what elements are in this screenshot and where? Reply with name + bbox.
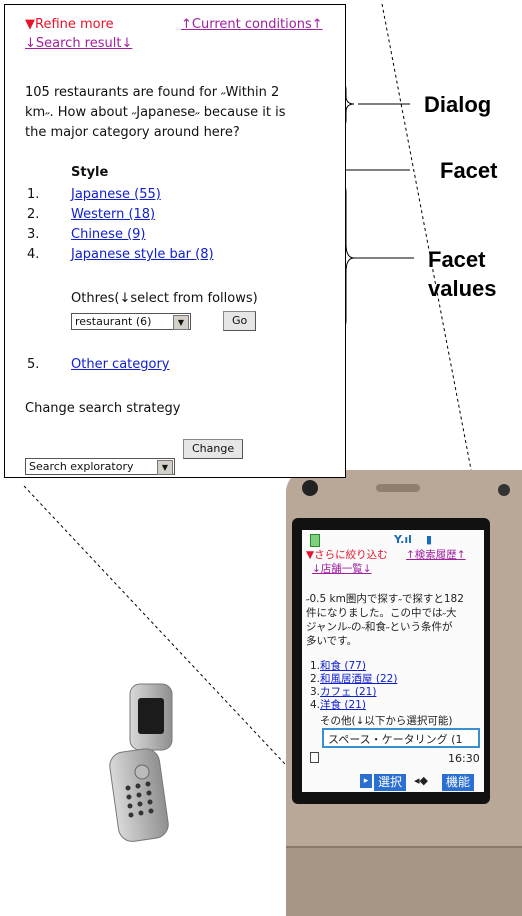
phone-item-num: 1. — [310, 660, 321, 672]
facet-item-num: 1. — [27, 187, 40, 202]
phone-facet-list: 1.和食 (77) 2.和風居酒屋 (22) 3.カフェ (21) 4.洋食 (… — [310, 660, 397, 712]
phone-clock: 16:30 — [448, 752, 480, 765]
dropdown-arrow-icon: ▼ — [157, 460, 173, 475]
phone-others-label: その他(↓以下から選択可能) — [320, 715, 453, 727]
dropdown-arrow-icon: ▼ — [173, 315, 189, 330]
facet-item-link[interactable]: Chinese (9) — [71, 227, 145, 242]
search-result-link[interactable]: ↓Search result↓ — [25, 36, 132, 51]
phone-others-select[interactable]: スペース・ケータリング (1 — [322, 728, 480, 748]
phone-dialog-line: 件になりました。この中では˶大 — [306, 607, 457, 619]
direction-icon: ◂◆ — [414, 774, 428, 787]
others-label: Othres(↓select from follows) — [71, 291, 258, 306]
change-strategy-label: Change search strategy — [25, 401, 181, 416]
facet-item-link[interactable]: Japanese style bar (8) — [71, 247, 214, 262]
phone-camera-right — [498, 484, 510, 496]
phone-item-num: 3. — [310, 686, 321, 698]
dialog-line: 105 restaurants are found for ˶Within 2 — [25, 85, 280, 100]
phone-history-link[interactable]: ↑検索履歴↑ — [406, 549, 466, 561]
phone-facet-item[interactable]: 和食 (77) — [320, 660, 366, 672]
facet-item-link[interactable]: Japanese (55) — [71, 187, 161, 202]
zoomed-screen-panel: ▼Refine more ↑Current conditions↑ ↓Searc… — [4, 4, 346, 478]
strategy-select[interactable]: Search exploratory ▼ — [25, 458, 175, 475]
phone-facet-item[interactable]: 和風居酒屋 (22) — [320, 673, 397, 685]
phone-dialog-line: 多いです。 — [306, 635, 358, 647]
signal-icon: Y.ıl — [394, 533, 412, 546]
phone-facet-item[interactable]: カフェ (21) — [320, 686, 376, 698]
facet-values-list: 1. Japanese (55) 2. Western (18) 3. Chinese… — [27, 185, 214, 265]
callout-facet-values-line2: values — [428, 276, 497, 301]
facet-item-num: 2. — [27, 207, 40, 222]
phone-hinge — [286, 846, 522, 916]
facet-item-num: 4. — [27, 247, 40, 262]
phone-refine-link[interactable]: ▼さらに絞り込む — [306, 549, 388, 561]
phone-dialog-line: ジャンル˶の˶和食˶という条件が — [306, 621, 453, 633]
battery-icon — [310, 534, 320, 547]
dialog-line: km˶. How about ˶Japanese˶ because it is — [25, 105, 286, 120]
mail-icon: ▮ — [426, 533, 433, 546]
phone-dialog-line: ˶0.5 km圏内で探す˶で探すと182 — [306, 593, 464, 605]
dialog-text: 105 restaurants are found for ˶Within 2 … — [25, 83, 285, 143]
phone-softkey-bar: ▸ 選択 ◂◆ 機能 — [302, 772, 484, 792]
small-phone-illustration — [109, 683, 173, 842]
current-conditions-link[interactable]: ↑Current conditions↑ — [181, 17, 323, 32]
phone-earpiece — [376, 484, 420, 492]
phone-item-num: 2. — [310, 673, 321, 685]
strategy-select-value: Search exploratory — [29, 460, 134, 473]
dialog-line: the major category around here? — [25, 125, 240, 140]
phone-lock-icon — [310, 752, 319, 763]
change-button[interactable]: Change — [183, 439, 244, 459]
go-button[interactable]: Go — [223, 311, 257, 331]
facet-title: Style — [71, 165, 109, 180]
phone-item-num: 4. — [310, 699, 321, 711]
callout-facet-values-line1: Facet — [428, 247, 486, 272]
phone-camera-left — [302, 480, 318, 496]
others-select[interactable]: restaurant (6) ▼ — [71, 313, 191, 330]
softkey-select[interactable]: 選択 — [374, 774, 407, 791]
others-select-value: restaurant (6) — [75, 315, 152, 328]
callout-facet: Facet — [440, 158, 498, 183]
other-category-link[interactable]: Other category — [71, 357, 170, 372]
phone-lcd: Y.ıl ▮ ▼さらに絞り込む ↑検索履歴↑ ↓店舗一覧↓ ˶0.5 km圏内で… — [302, 530, 484, 792]
refine-more-link[interactable]: ▼Refine more — [25, 17, 114, 32]
facet-item-num: 3. — [27, 227, 40, 242]
callout-dialog: Dialog — [424, 92, 492, 117]
facet-item-link[interactable]: Western (18) — [71, 207, 155, 222]
phone-list-link[interactable]: ↓店舗一覧↓ — [312, 563, 372, 575]
phone-facet-item[interactable]: 洋食 (21) — [320, 699, 366, 711]
phone-dialog-text: ˶0.5 km圏内で探す˶で探すと182 件になりました。この中では˶大 ジャン… — [306, 592, 484, 648]
other-category-num: 5. — [27, 357, 40, 372]
nav-key-icon: ▸ — [360, 774, 372, 788]
softkey-function[interactable]: 機能 — [442, 774, 475, 791]
